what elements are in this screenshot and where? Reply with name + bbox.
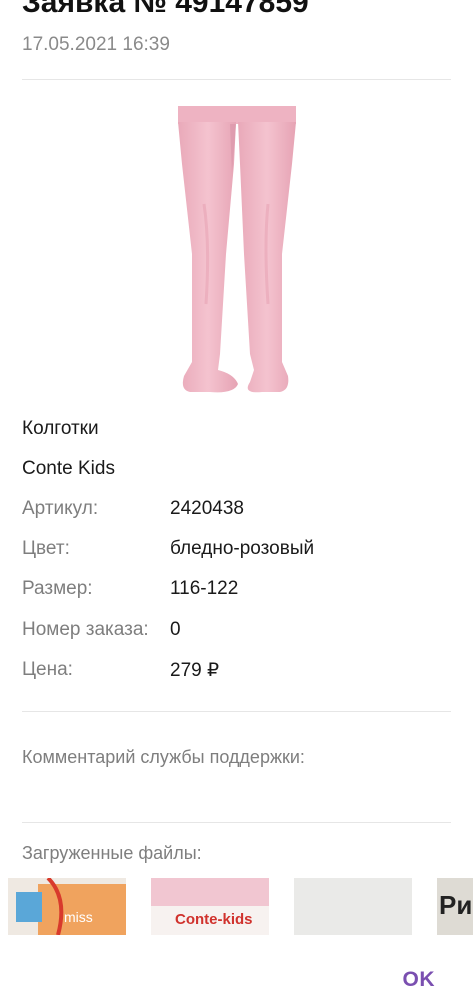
thumb-text: miss (64, 909, 93, 925)
uploaded-files-label: Загруженные файлы: (22, 843, 202, 863)
detail-value: 0 (170, 619, 181, 640)
file-thumbnail[interactable]: Conte-kids (151, 878, 269, 935)
file-thumbnail[interactable]: miss (8, 878, 126, 935)
package-photo-icon (294, 878, 412, 935)
detail-label: Цвет: (22, 538, 70, 559)
thumb-text: Conte-kids (175, 911, 253, 928)
package-photo-icon: Conte-kids (151, 878, 269, 935)
ok-button[interactable]: OK (403, 968, 436, 992)
file-thumbnail[interactable] (294, 878, 412, 935)
detail-value: 279 ₽ (170, 660, 220, 681)
request-date: 17.05.2021 16:39 (22, 34, 170, 55)
detail-label: Цена: (22, 659, 73, 680)
divider (22, 822, 451, 823)
file-thumbnail[interactable]: Ри (437, 878, 473, 935)
detail-label: Артикул: (22, 498, 99, 519)
product-image[interactable] (170, 104, 304, 396)
product-brand: Conte Kids (22, 458, 115, 479)
detail-value: 2420438 (170, 498, 244, 519)
detail-label: Номер заказа: (22, 619, 149, 640)
detail-label: Размер: (22, 578, 93, 599)
detail-value: бледно-розовый (170, 538, 315, 559)
tights-icon (178, 106, 296, 393)
page-title: Заявка № 49147859 (22, 0, 309, 19)
support-comment-label: Комментарий службы поддержки: (22, 747, 305, 767)
detail-value: 116-122 (170, 578, 239, 599)
divider (22, 79, 451, 80)
package-photo-icon: Ри (437, 878, 473, 935)
uploaded-files-strip[interactable]: miss Conte-kids Ри (0, 878, 473, 936)
product-name: Колготки (22, 418, 99, 439)
thumb-text: Ри (439, 890, 472, 920)
package-photo-icon: miss (8, 878, 126, 935)
divider (22, 711, 451, 712)
